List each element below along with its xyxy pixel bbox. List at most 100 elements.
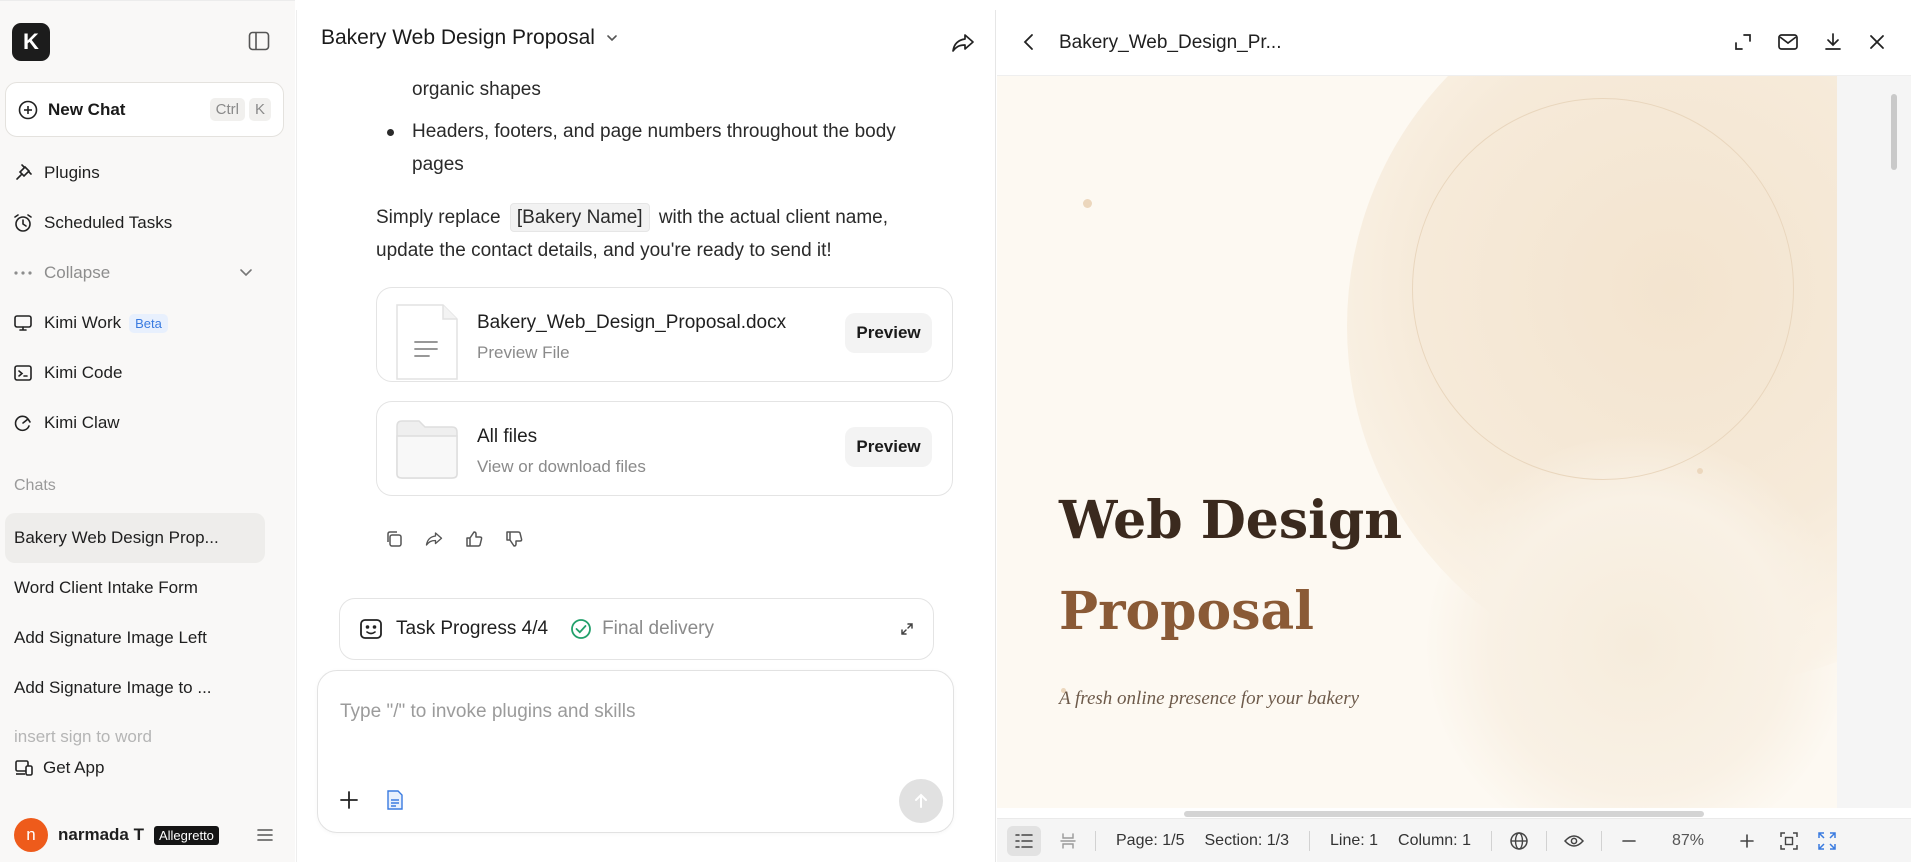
- document-subtitle: A fresh online presence for your bakery: [1059, 688, 1360, 709]
- sidebar-toggle-icon[interactable]: [248, 31, 274, 53]
- claw-icon: [12, 412, 34, 434]
- shortcut-key: K: [248, 98, 271, 121]
- new-chat-button[interactable]: New Chat Ctrl K: [5, 82, 284, 137]
- globe-icon[interactable]: [1502, 826, 1536, 856]
- preview-header: Bakery_Web_Design_Pr...: [997, 10, 1911, 76]
- zoom-out-icon[interactable]: [1612, 826, 1646, 856]
- preview-button[interactable]: Preview: [845, 427, 932, 467]
- send-button[interactable]: [899, 779, 943, 823]
- task-status-text: Final delivery: [602, 618, 715, 639]
- sidebar-item-label: Kimi Claw: [44, 413, 120, 432]
- chevron-down-icon: [605, 31, 619, 45]
- chat-title-dropdown[interactable]: Bakery Web Design Proposal: [321, 26, 619, 50]
- sidebar-item-kimi-work[interactable]: Kimi Work Beta: [12, 306, 282, 340]
- folder-icon: [395, 418, 459, 480]
- sidebar-collapse-toggle[interactable]: Collapse: [12, 256, 282, 290]
- chat-title: Bakery Web Design Proposal: [321, 26, 595, 49]
- preview-button[interactable]: Preview: [845, 313, 932, 353]
- outline-view-icon[interactable]: [1007, 825, 1041, 856]
- separator: [1545, 830, 1547, 851]
- placeholder-tag: [Bakery Name]: [509, 203, 650, 232]
- zoom-level[interactable]: 87%: [1672, 832, 1704, 850]
- chat-item[interactable]: Bakery Web Design Prop...: [5, 513, 265, 563]
- beta-badge: Beta: [129, 313, 168, 333]
- chat-item[interactable]: Add Signature Image to ...: [5, 663, 265, 713]
- separator: [1309, 830, 1310, 851]
- plus-icon[interactable]: [338, 789, 360, 811]
- message-composer[interactable]: Type "/" to invoke plugins and skills: [317, 670, 954, 833]
- back-icon[interactable]: [1019, 32, 1039, 52]
- task-progress-bar[interactable]: Task Progress 4/4 Final delivery: [339, 598, 934, 660]
- shortcut-ctrl: Ctrl: [209, 98, 245, 121]
- robot-icon: [358, 616, 384, 642]
- chat-item[interactable]: Add Signature Image Left: [5, 613, 265, 663]
- document-attach-icon[interactable]: [386, 790, 404, 810]
- task-progress-label: Task Progress 4/4: [396, 618, 549, 639]
- page-indicator: Page: 1/5: [1116, 831, 1185, 849]
- plus-circle-icon: [18, 100, 38, 120]
- document-file-icon: [395, 304, 459, 380]
- chevron-down-icon: [238, 264, 254, 280]
- kimi-logo[interactable]: K: [12, 23, 50, 61]
- sidebar-item-label: Collapse: [44, 263, 111, 282]
- menu-icon[interactable]: [256, 827, 274, 843]
- thumbs-down-icon[interactable]: [505, 530, 523, 548]
- copy-icon[interactable]: [385, 530, 403, 548]
- sidebar-item-label: Kimi Work: [44, 313, 122, 332]
- paragraph-line2: update the contact details, and you're r…: [376, 240, 832, 261]
- plan-badge: Allegretto: [153, 825, 219, 845]
- fullscreen-icon[interactable]: [1810, 826, 1844, 856]
- new-chat-label: New Chat: [48, 99, 126, 119]
- get-app-link[interactable]: Get App: [14, 758, 104, 778]
- sidebar-item-label: Kimi Code: [44, 363, 123, 382]
- file-name: All files: [477, 426, 538, 447]
- ellipsis-icon: [12, 262, 34, 284]
- file-card-all-files[interactable]: All files View or download files Preview: [376, 401, 953, 496]
- file-subtitle: Preview File: [477, 343, 570, 362]
- sidebar: K New Chat Ctrl K Plugins Scheduled Task…: [0, 0, 295, 862]
- file-card-docx[interactable]: Bakery_Web_Design_Proposal.docx Preview …: [376, 287, 953, 382]
- document-title-line2: Proposal: [1059, 581, 1314, 642]
- horizontal-scrollbar[interactable]: [1184, 811, 1704, 817]
- file-name: Bakery_Web_Design_Proposal.docx: [477, 312, 787, 333]
- thumbs-up-icon[interactable]: [465, 530, 483, 548]
- chat-item[interactable]: insert sign to word: [5, 725, 265, 749]
- share-icon[interactable]: [951, 32, 975, 54]
- separator: [1490, 830, 1492, 851]
- sidebar-item-scheduled-tasks[interactable]: Scheduled Tasks: [12, 206, 282, 240]
- section-indicator: Section: 1/3: [1204, 831, 1290, 849]
- chat-item[interactable]: Word Client Intake Form: [5, 563, 265, 613]
- message-paragraph: Simply replace [Bakery Name] with the ac…: [376, 201, 936, 267]
- column-indicator: Column: 1: [1398, 831, 1471, 849]
- new-chat-shortcut: Ctrl K: [209, 98, 271, 121]
- expand-icon[interactable]: [899, 621, 915, 637]
- paragraph-suffix: with the actual client name,: [658, 207, 889, 228]
- code-terminal-icon: [12, 362, 34, 384]
- download-icon[interactable]: [1823, 32, 1843, 52]
- scrollbar-thumb[interactable]: [1891, 94, 1897, 170]
- message-bullet: Headers, footers, and page numbers throu…: [387, 115, 932, 181]
- document-preview-panel: Bakery_Web_Design_Pr... Web Design Propo…: [997, 10, 1911, 862]
- message-fragment: organic shapes: [412, 79, 541, 100]
- sidebar-item-kimi-claw[interactable]: Kimi Claw: [12, 406, 282, 440]
- avatar[interactable]: n: [14, 818, 48, 852]
- close-icon[interactable]: [1867, 32, 1887, 52]
- sidebar-item-label: Plugins: [44, 163, 100, 182]
- document-page: Web Design Proposal A fresh online prese…: [997, 76, 1837, 808]
- zoom-in-icon[interactable]: [1730, 826, 1764, 856]
- monitor-icon: [12, 312, 34, 334]
- sidebar-item-plugins[interactable]: Plugins: [12, 156, 282, 190]
- get-app-label: Get App: [43, 758, 105, 777]
- share-icon[interactable]: [425, 530, 443, 548]
- preview-toolbar: [1733, 32, 1887, 52]
- vertical-scrollbar[interactable]: [1837, 76, 1911, 808]
- fit-page-icon[interactable]: [1772, 826, 1806, 856]
- sidebar-item-kimi-code[interactable]: Kimi Code: [12, 356, 282, 390]
- fullscreen-icon[interactable]: [1733, 32, 1753, 52]
- page-break-icon[interactable]: [1051, 826, 1085, 856]
- eye-icon[interactable]: [1557, 826, 1591, 856]
- mail-icon[interactable]: [1777, 32, 1799, 52]
- composer-placeholder[interactable]: Type "/" to invoke plugins and skills: [340, 701, 635, 723]
- user-profile[interactable]: n narmada T Allegretto: [14, 817, 274, 853]
- document-canvas[interactable]: Web Design Proposal A fresh online prese…: [997, 76, 1837, 808]
